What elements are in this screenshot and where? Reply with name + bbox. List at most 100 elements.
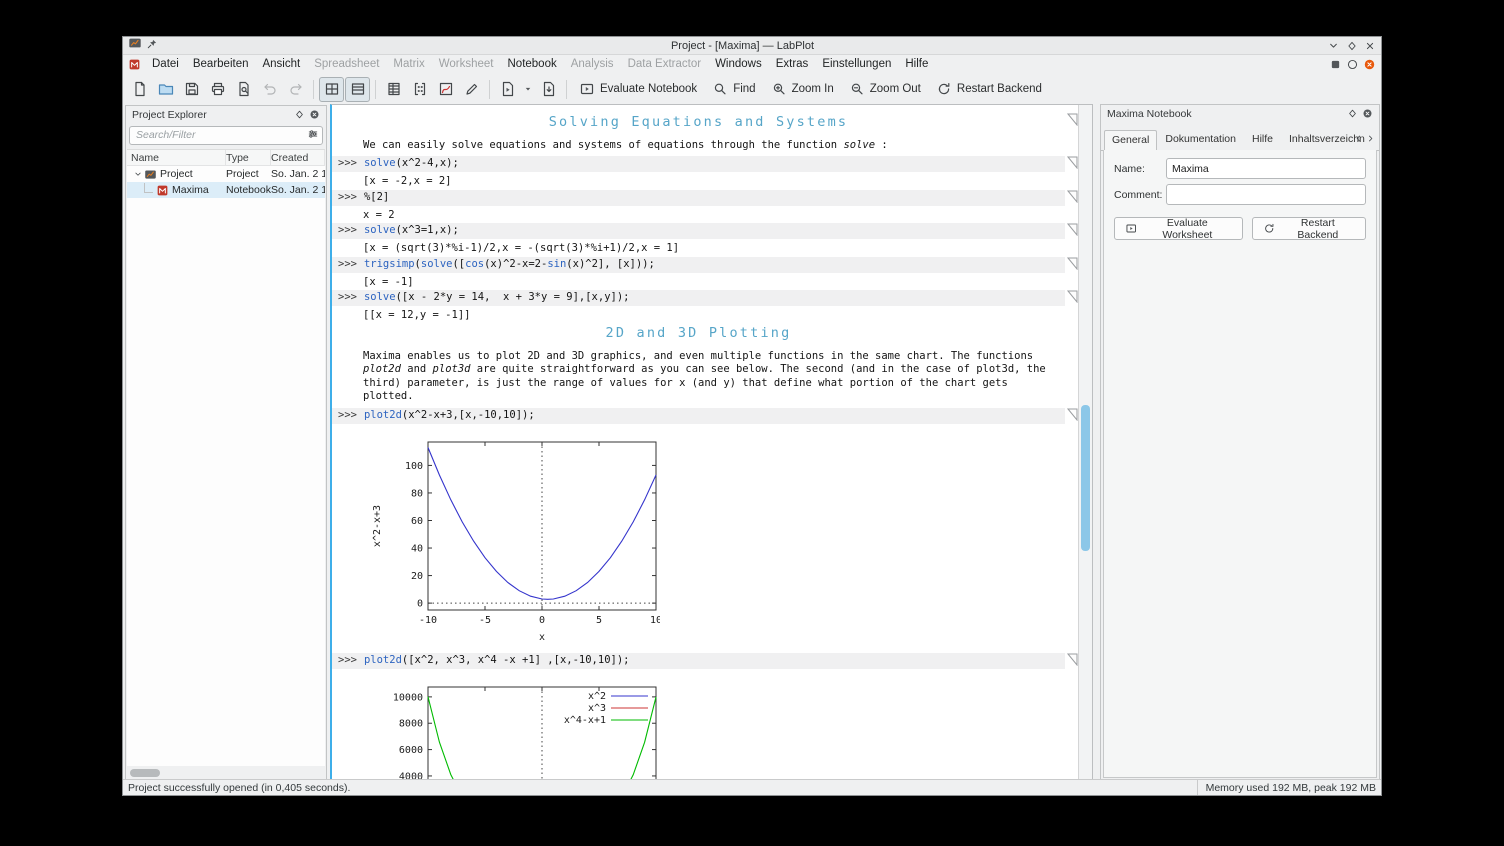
search-filter-input[interactable]	[129, 125, 323, 145]
notebook-code-cell[interactable]: >>> solve(x^3=1,x);	[332, 223, 1078, 240]
zoom-in-button-label: Zoom In	[791, 83, 834, 95]
notebook-dropdown-caret[interactable]	[521, 77, 535, 102]
column-header-created[interactable]: Created	[271, 150, 325, 165]
labplot-window: Project - [Maxima] — LabPlot Datei Bearbe…	[122, 36, 1382, 796]
pin-icon[interactable]	[146, 37, 158, 55]
notebook-code-cell[interactable]: >>> solve(x^2-4,x);	[332, 156, 1078, 173]
status-message: Project successfully opened (in 0,405 se…	[128, 781, 351, 794]
horizontal-scrollbar-thumb[interactable]	[130, 769, 160, 777]
restart-backend-button[interactable]: Restart Backend	[929, 77, 1049, 102]
expander-icon[interactable]	[131, 169, 144, 179]
cell-fold-marker-icon[interactable]	[1067, 223, 1078, 237]
tab-scroll-left-button[interactable]	[1353, 133, 1364, 144]
project-explorer-float-button[interactable]	[294, 109, 305, 120]
menu-spreadsheet[interactable]: Spreadsheet	[307, 56, 386, 72]
emphasis-text: plot3d	[432, 363, 471, 376]
menu-datei[interactable]: Datei	[145, 56, 186, 72]
undo-button[interactable]	[257, 77, 282, 102]
cell-prompt: >>>	[338, 257, 357, 270]
cell-fold-marker-icon[interactable]	[1067, 257, 1078, 270]
menu-windows[interactable]: Windows	[708, 56, 769, 72]
open-project-button[interactable]	[153, 77, 178, 102]
close-button[interactable]	[1364, 40, 1376, 52]
new-datapicker-button[interactable]	[459, 77, 484, 102]
properties-header: Maxima Notebook	[1101, 105, 1379, 122]
cell-fold-marker-icon[interactable]	[1067, 408, 1078, 421]
tab-general[interactable]: General	[1104, 130, 1158, 150]
notebook-output: [x = -1]	[363, 275, 414, 288]
restart-backend-button[interactable]: Restart Backend	[1252, 217, 1366, 241]
find-button[interactable]: Find	[705, 77, 762, 102]
cell-prompt: >>>	[338, 190, 357, 203]
svg-text:10000: 10000	[393, 692, 423, 703]
print-preview-button[interactable]	[231, 77, 256, 102]
code-keyword: solve	[363, 224, 396, 237]
menu-bearbeiten[interactable]: Bearbeiten	[186, 56, 256, 72]
matrix-icon	[414, 82, 425, 96]
notebook-plot[interactable]: -10 -5 0 5 10 0 20 40 60 80 100 x^2-x+3 x	[368, 436, 1065, 647]
cell-fold-marker-icon[interactable]	[1067, 290, 1078, 304]
vertical-scrollbar[interactable]	[1078, 105, 1092, 780]
new-spreadsheet-button[interactable]	[381, 77, 406, 102]
menu-einstellungen[interactable]: Einstellungen	[815, 56, 898, 72]
mdi-close-button[interactable]	[1363, 58, 1376, 71]
project-explorer-close-button[interactable]	[309, 109, 320, 120]
doc-play-icon	[502, 81, 513, 97]
name-input[interactable]	[1166, 158, 1366, 179]
column-header-type[interactable]: Type	[226, 150, 271, 165]
tree-row-project[interactable]: ProjectProjectSo. Jan. 2 18:	[127, 166, 325, 182]
mdi-restore-button[interactable]	[1346, 58, 1359, 71]
titlebar[interactable]: Project - [Maxima] — LabPlot	[123, 37, 1381, 55]
evaluate-notebook-button[interactable]: Evaluate Notebook	[572, 77, 704, 102]
properties-float-button[interactable]	[1347, 108, 1358, 119]
maximize-button[interactable]	[1346, 40, 1358, 52]
code-keyword: trigsimp	[363, 257, 415, 270]
cell-fold-marker-icon[interactable]	[1067, 156, 1078, 170]
tab-dokumentation[interactable]: Dokumentation	[1157, 129, 1244, 150]
notebook-code-cell[interactable]: >>> plot2d([x^2, x^3, x^4 -x +1] ,[x,-10,…	[332, 652, 1078, 669]
save-project-button[interactable]	[179, 77, 204, 102]
new-notebook-button[interactable]	[495, 77, 520, 102]
menu-ansicht[interactable]: Ansicht	[255, 56, 307, 72]
comment-input[interactable]	[1166, 184, 1366, 205]
new-matrix-button[interactable]	[407, 77, 432, 102]
menubar: Datei Bearbeiten Ansicht Spreadsheet Matrix W…	[123, 54, 1381, 74]
tab-scroll-right-button[interactable]	[1365, 133, 1376, 144]
vertical-scrollbar-thumb[interactable]	[1081, 405, 1090, 551]
new-project-button[interactable]	[127, 77, 152, 102]
menu-matrix[interactable]: Matrix	[386, 56, 431, 72]
cell-fold-marker-icon[interactable]	[1067, 190, 1078, 203]
menu-hilfe[interactable]: Hilfe	[898, 56, 935, 72]
tree-row-maxima[interactable]: MaximaNotebookSo. Jan. 2 18:	[127, 182, 325, 198]
notebook-code-cell[interactable]: >>> %[2]	[332, 189, 1078, 206]
notebook-code-cell[interactable]: >>> solve([x - 2*y = 14, x + 3*y = 9],[x,…	[332, 290, 1078, 307]
new-worksheet-button[interactable]	[433, 77, 458, 102]
close-panel-icon	[1363, 109, 1372, 118]
toggle-project-explorer-button[interactable]	[319, 76, 344, 102]
menu-extras[interactable]: Extras	[769, 56, 816, 72]
menu-data-extractor[interactable]: Data Extractor	[621, 56, 709, 72]
redo-button[interactable]	[283, 77, 308, 102]
menu-worksheet[interactable]: Worksheet	[432, 56, 501, 72]
print-button[interactable]	[205, 77, 230, 102]
cell-fold-marker-icon[interactable]	[1067, 653, 1078, 666]
cell-fold-marker-icon[interactable]	[1067, 113, 1078, 126]
toggle-properties-button[interactable]	[345, 76, 370, 102]
properties-close-button[interactable]	[1362, 108, 1373, 119]
shade-button[interactable]	[1327, 39, 1340, 52]
evaluate-worksheet-button[interactable]: Evaluate Worksheet	[1114, 217, 1244, 241]
notebook-code-cell[interactable]: >>> trigsimp(solve([cos(x)^2-x=2-sin(x)^2…	[332, 256, 1078, 273]
zoom-out-button[interactable]: Zoom Out	[842, 77, 928, 102]
tab-hilfe[interactable]: Hilfe	[1244, 129, 1281, 150]
menu-analysis[interactable]: Analysis	[564, 56, 621, 72]
filter-options-button[interactable]	[307, 128, 319, 140]
zoom-in-button[interactable]: Zoom In	[764, 77, 841, 102]
menu-notebook[interactable]: Notebook	[501, 56, 564, 72]
column-header-name[interactable]: Name	[127, 150, 226, 165]
mdi-minimize-button[interactable]	[1329, 58, 1342, 71]
filter-options-icon	[308, 130, 318, 138]
notebook-code-cell[interactable]: >>> plot2d(x^2-x+3,[x,-10,10]);	[332, 407, 1078, 424]
export-button[interactable]	[536, 77, 561, 102]
shade-icon	[1330, 43, 1337, 48]
notebook-plot[interactable]: -10-505100200040006000800010000x^2x^3x^4…	[368, 681, 1065, 780]
